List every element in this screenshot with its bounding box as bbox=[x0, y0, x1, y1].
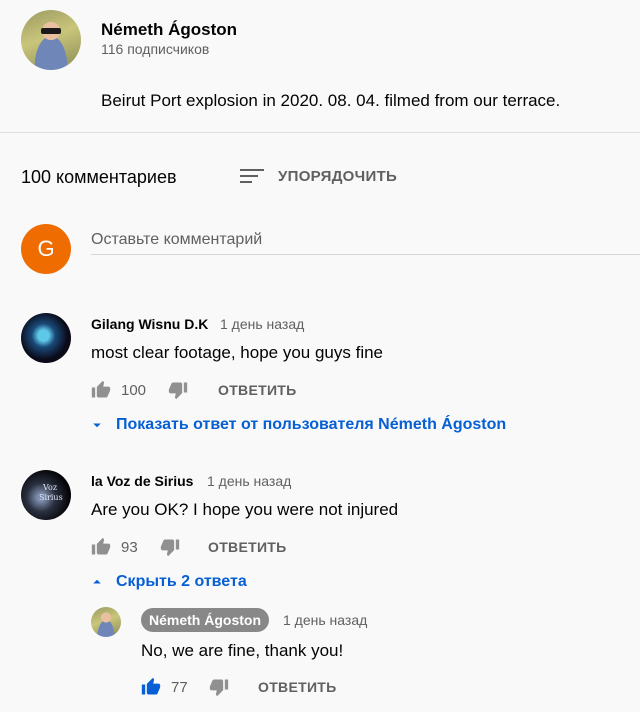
reply-button[interactable]: ОТВЕТИТЬ bbox=[208, 539, 287, 555]
thumb-up-icon[interactable] bbox=[91, 380, 111, 400]
thumb-down-icon[interactable] bbox=[209, 677, 229, 697]
comment-author[interactable]: la Voz de Sirius bbox=[91, 473, 193, 489]
video-description: Beirut Port explosion in 2020. 08. 04. f… bbox=[101, 91, 561, 110]
reply-time[interactable]: 1 день назад bbox=[283, 612, 367, 628]
channel-name[interactable]: Németh Ágoston bbox=[101, 20, 237, 40]
comment-time[interactable]: 1 день назад bbox=[220, 316, 304, 332]
commenter-avatar[interactable] bbox=[21, 313, 71, 363]
sort-icon bbox=[240, 167, 264, 185]
thumb-down-icon[interactable] bbox=[168, 380, 188, 400]
comments-page: Németh Ágoston 116 подписчиков Beirut Po… bbox=[0, 0, 640, 712]
like-count: 93 bbox=[121, 539, 138, 556]
divider bbox=[0, 132, 640, 133]
caret-up-icon bbox=[93, 579, 101, 584]
sort-button[interactable]: УПОРЯДОЧИТЬ bbox=[240, 163, 397, 189]
commenter-avatar[interactable]: Voz Sirius bbox=[21, 470, 71, 520]
comment-input[interactable] bbox=[91, 226, 640, 255]
avatar-text: Voz bbox=[43, 483, 58, 492]
comment-author[interactable]: Gilang Wisnu D.K bbox=[91, 316, 208, 332]
subscriber-count: 116 подписчиков bbox=[101, 41, 210, 57]
like-count: 100 bbox=[121, 382, 147, 399]
thumb-up-icon[interactable] bbox=[91, 537, 111, 557]
hide-replies-toggle[interactable]: Скрыть 2 ответа bbox=[88, 573, 247, 591]
user-avatar[interactable]: G bbox=[21, 224, 71, 274]
thumb-up-icon[interactable] bbox=[141, 677, 161, 697]
channel-avatar[interactable] bbox=[21, 10, 81, 70]
thumb-down-icon[interactable] bbox=[160, 537, 180, 557]
reply-button[interactable]: ОТВЕТИТЬ bbox=[258, 679, 337, 695]
comment-time[interactable]: 1 день назад bbox=[207, 473, 291, 489]
comments-count: 100 комментариев bbox=[21, 167, 177, 187]
channel-owner-badge[interactable]: Németh Ágoston bbox=[141, 608, 269, 632]
reply-button[interactable]: ОТВЕТИТЬ bbox=[218, 382, 297, 398]
like-count: 77 bbox=[171, 679, 188, 696]
avatar-sunglasses bbox=[41, 28, 61, 34]
sort-label: УПОРЯДОЧИТЬ bbox=[278, 167, 398, 185]
caret-down-icon bbox=[93, 423, 101, 428]
comment-text: most clear footage, hope you guys fine bbox=[91, 343, 384, 362]
comment-text: Are you OK? I hope you were not injured bbox=[91, 500, 399, 519]
toggle-label: Показать ответ от пользователя Németh Ág… bbox=[116, 416, 507, 433]
toggle-label: Скрыть 2 ответа bbox=[116, 573, 247, 590]
show-replies-toggle[interactable]: Показать ответ от пользователя Németh Ág… bbox=[88, 416, 506, 434]
reply-author-avatar[interactable] bbox=[91, 607, 121, 637]
avatar-text: Sirius bbox=[39, 493, 63, 502]
reply-text: No, we are fine, thank you! bbox=[141, 641, 344, 660]
